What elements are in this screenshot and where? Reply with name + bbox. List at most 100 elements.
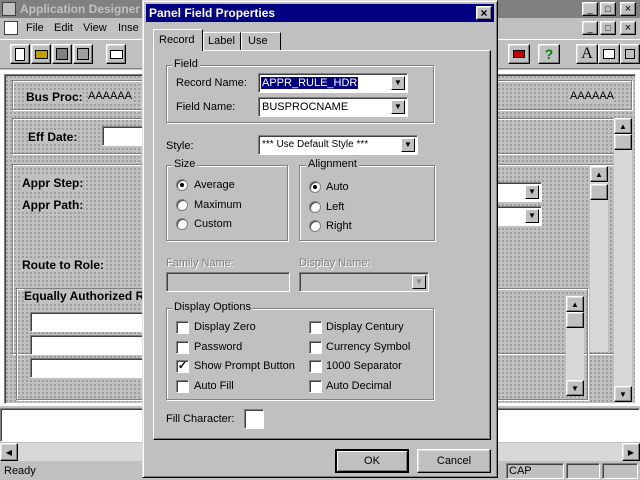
cancel-button[interactable]: Cancel: [417, 449, 491, 473]
align-left-label[interactable]: Left: [326, 201, 344, 213]
size-average-label[interactable]: Average: [194, 179, 235, 191]
status-panel-3: [602, 463, 638, 479]
appr-path-dropdown[interactable]: ▼: [496, 206, 542, 226]
show-prompt-button-checkbox[interactable]: ✓: [176, 360, 189, 373]
panel-scroll-down-icon[interactable]: ▼: [614, 386, 632, 402]
display-zero-checkbox[interactable]: [176, 321, 189, 334]
family-name-label: Family Name:: [166, 257, 234, 269]
display-zero-label[interactable]: Display Zero: [194, 321, 256, 333]
new-icon[interactable]: [10, 44, 30, 64]
appr-path-label: Appr Path:: [22, 198, 84, 212]
bus-proc-label: Bus Proc:: [26, 90, 83, 104]
currency-symbol-checkbox[interactable]: [309, 341, 322, 354]
align-auto-radio[interactable]: [309, 181, 321, 193]
dialog-close-button[interactable]: ×: [476, 6, 492, 20]
style-label: Style:: [166, 140, 194, 152]
size-custom-label[interactable]: Custom: [194, 218, 232, 230]
app-close-button[interactable]: ×: [620, 2, 636, 16]
panel-vertical-scrollbar[interactable]: ▲ ▼: [614, 118, 632, 402]
panel-scroll-thumb[interactable]: [614, 134, 632, 150]
display-name-dropdown-arrow-icon: ▼: [412, 275, 426, 289]
ok-button[interactable]: OK: [335, 449, 409, 473]
field-tool-icon[interactable]: [598, 44, 620, 64]
thousand-separator-checkbox[interactable]: [309, 360, 322, 373]
appr-path-dropdown-arrow-icon[interactable]: ▼: [525, 209, 539, 223]
tab-use-label: Use: [248, 35, 268, 47]
app-maximize-button[interactable]: □: [600, 2, 616, 16]
password-label[interactable]: Password: [194, 341, 242, 353]
cancel-button-label: Cancel: [436, 455, 472, 467]
field-name-dropdown-arrow-icon[interactable]: ▼: [391, 100, 405, 114]
approval-scrollbar[interactable]: ▲: [590, 166, 608, 352]
text-tool-icon[interactable]: A: [576, 44, 598, 64]
style-dropdown-arrow-icon[interactable]: ▼: [401, 138, 415, 152]
app-minimize-button[interactable]: _: [582, 2, 598, 16]
equally-authorized-row1[interactable]: [30, 312, 146, 332]
menu-insert[interactable]: Inse: [118, 22, 139, 34]
size-maximum-label[interactable]: Maximum: [194, 199, 242, 211]
display-name-dropdown: ▼: [299, 272, 429, 292]
doc-minimize-button[interactable]: _: [582, 21, 598, 35]
record-name-label: Record Name:: [176, 77, 247, 89]
display-century-checkbox[interactable]: [309, 321, 322, 334]
auto-decimal-label[interactable]: Auto Decimal: [326, 380, 391, 392]
menu-view[interactable]: View: [83, 22, 107, 34]
equally-authorized-row2[interactable]: [30, 335, 146, 355]
status-ready: Ready: [4, 465, 36, 477]
auto-decimal-checkbox[interactable]: [309, 380, 322, 393]
doc-close-button[interactable]: ×: [620, 21, 636, 35]
equally-authorized-row3[interactable]: [30, 358, 146, 378]
tab-record[interactable]: Record: [153, 29, 203, 51]
tab-page: Field Record Name: APPR_RULE_HDR ▼ Field…: [153, 50, 491, 440]
eff-date-label: Eff Date:: [28, 130, 78, 144]
align-right-radio[interactable]: [309, 220, 321, 232]
print-icon[interactable]: [106, 44, 126, 64]
equally-authorized-scrollbar[interactable]: ▲ ▼: [566, 296, 584, 396]
thousand-separator-label[interactable]: 1000 Separator: [326, 360, 402, 372]
help-icon[interactable]: ?: [538, 44, 560, 64]
menu-file[interactable]: File: [26, 22, 44, 34]
app-icon: [2, 2, 16, 16]
bus-proc-value: AAAAAA: [88, 90, 133, 102]
toolbar-button-right4[interactable]: [620, 44, 640, 64]
hscroll-right-icon[interactable]: ▶: [622, 443, 640, 461]
size-maximum-radio[interactable]: [176, 199, 188, 211]
family-name-field: [166, 272, 290, 292]
approval-scroll-thumb[interactable]: [590, 184, 608, 200]
align-auto-label[interactable]: Auto: [326, 181, 349, 193]
record-name-dropdown-arrow-icon[interactable]: ▼: [391, 76, 405, 90]
auto-fill-label[interactable]: Auto Fill: [194, 380, 234, 392]
hscroll-left-icon[interactable]: ◀: [0, 443, 18, 461]
app-title: Application Designer: [20, 2, 141, 16]
display-century-label[interactable]: Display Century: [326, 321, 404, 333]
ea-scroll-up-icon[interactable]: ▲: [566, 296, 584, 312]
show-prompt-button-label[interactable]: Show Prompt Button: [194, 360, 295, 372]
eff-date-field[interactable]: [102, 126, 146, 146]
doc-maximize-button[interactable]: □: [600, 21, 616, 35]
style-value: *** Use Default Style ***: [262, 139, 369, 150]
auto-fill-checkbox[interactable]: [176, 380, 189, 393]
fill-character-field[interactable]: [244, 409, 264, 429]
password-checkbox[interactable]: [176, 341, 189, 354]
appr-step-dropdown[interactable]: ▼: [496, 182, 542, 202]
menu-edit[interactable]: Edit: [54, 22, 73, 34]
save-icon[interactable]: [52, 44, 72, 64]
approval-scroll-up-icon[interactable]: ▲: [590, 166, 608, 182]
open-icon[interactable]: [31, 44, 51, 64]
size-average-radio[interactable]: [176, 179, 188, 191]
appr-step-dropdown-arrow-icon[interactable]: ▼: [525, 185, 539, 199]
align-left-radio[interactable]: [309, 201, 321, 213]
field-name-dropdown[interactable]: BUSPROCNAME ▼: [258, 97, 408, 117]
panel-scroll-up-icon[interactable]: ▲: [614, 118, 632, 134]
currency-symbol-label[interactable]: Currency Symbol: [326, 341, 410, 353]
save-all-icon[interactable]: [73, 44, 93, 64]
record-name-dropdown[interactable]: APPR_RULE_HDR ▼: [258, 73, 408, 93]
ea-scroll-thumb[interactable]: [566, 312, 584, 328]
align-right-label[interactable]: Right: [326, 220, 352, 232]
toolbar-button-right1[interactable]: [508, 44, 530, 64]
tab-use[interactable]: Use: [241, 32, 281, 51]
tab-label[interactable]: Label: [203, 32, 241, 51]
style-dropdown[interactable]: *** Use Default Style *** ▼: [258, 135, 418, 155]
size-custom-radio[interactable]: [176, 218, 188, 230]
ea-scroll-down-icon[interactable]: ▼: [566, 380, 584, 396]
